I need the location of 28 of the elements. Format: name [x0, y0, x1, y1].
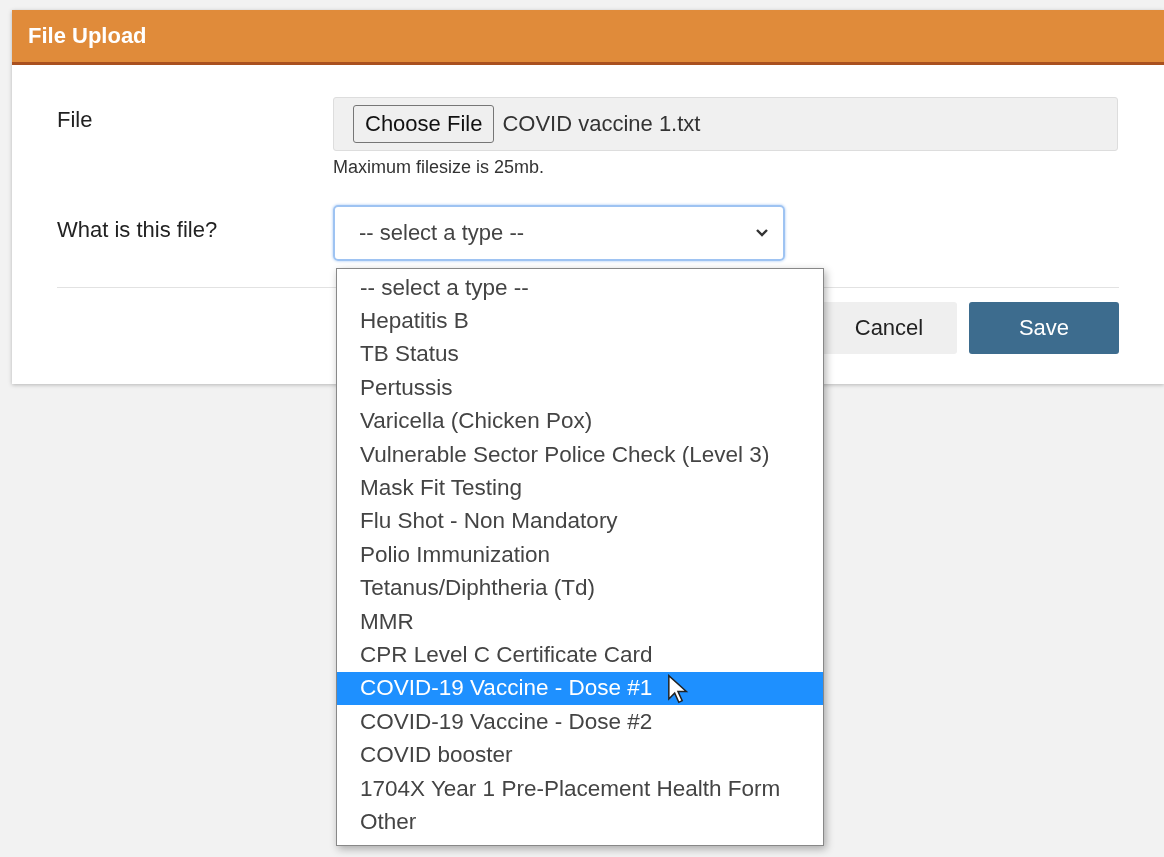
- dropdown-option[interactable]: Tetanus/Diphtheria (Td): [337, 571, 823, 605]
- panel-title: File Upload: [12, 10, 1164, 65]
- dropdown-option[interactable]: Flu Shot - Non Mandatory: [337, 504, 823, 539]
- dropdown-option[interactable]: Hepatitis B: [337, 304, 823, 338]
- field-label: What is this file?: [57, 216, 219, 244]
- dropdown-option[interactable]: 1704X Year 1 Pre-Placement Health Form: [337, 771, 823, 806]
- dropdown-option[interactable]: COVID-19 Vaccine - Dose #2: [337, 705, 823, 739]
- dropdown-option[interactable]: CPR Level C Certificate Card: [337, 638, 823, 672]
- file-name: COVID vaccine 1.txt: [502, 111, 701, 137]
- dropdown-option[interactable]: Polio Immunization: [337, 538, 823, 572]
- dropdown-option[interactable]: Pertussis: [337, 371, 823, 405]
- dropdown-option[interactable]: Other: [337, 805, 823, 839]
- field-label: File: [57, 106, 94, 134]
- save-button[interactable]: Save: [969, 302, 1119, 354]
- choose-file-button[interactable]: Choose File: [353, 105, 495, 143]
- dropdown-option[interactable]: TB Status: [337, 337, 823, 372]
- chevron-down-icon: [755, 228, 769, 238]
- dropdown-option[interactable]: COVID booster: [337, 738, 823, 772]
- dropdown-option[interactable]: Mask Fit Testing: [337, 471, 823, 505]
- dropdown-option[interactable]: Vulnerable Sector Police Check (Level 3): [337, 437, 823, 472]
- file-input[interactable]: Choose File COVID vaccine 1.txt: [333, 97, 1118, 151]
- dropdown-option[interactable]: MMR: [337, 604, 823, 639]
- dropdown-option[interactable]: Varicella (Chicken Pox): [337, 404, 823, 438]
- dropdown-option[interactable]: -- select a type --: [337, 271, 823, 305]
- help-text: Maximum filesize is 25mb.: [333, 157, 546, 178]
- cancel-button[interactable]: Cancel: [821, 302, 957, 354]
- cursor-icon: [667, 673, 689, 704]
- type-select[interactable]: -- select a type --: [333, 205, 785, 261]
